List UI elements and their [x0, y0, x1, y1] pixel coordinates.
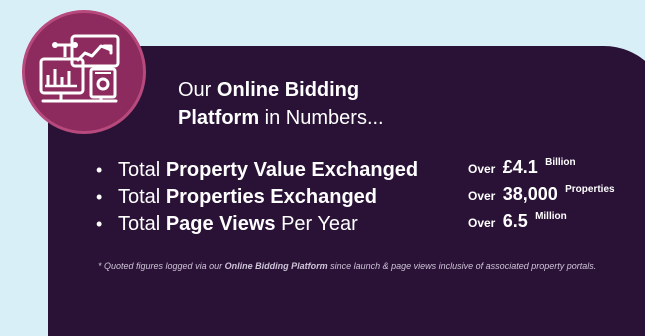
stat-row-page-views: • Total Page Views Per Year Over 6.5 Mil… [96, 210, 645, 237]
stat-label-bold: Page Views [165, 213, 276, 235]
stat-value-unit: Properties [565, 184, 615, 195]
stat-label-suffix: Per Year [275, 213, 358, 235]
footnote-suffix: since launch & page views inclusive of a… [327, 261, 597, 271]
footnote: * Quoted figures logged via our Online B… [98, 260, 618, 273]
bullet-marker: • [96, 214, 103, 234]
headline-line-1-bold: Online Bidding [216, 79, 360, 101]
footnote-prefix: * Quoted figures logged via our [98, 261, 225, 271]
footnote-bold: Online Bidding Platform [224, 261, 328, 271]
stat-label-bold: Property Value Exchanged [165, 159, 419, 181]
headline-line-2-suffix: in Numbers... [259, 107, 384, 129]
stat-value-main: 6.5 [502, 211, 528, 231]
headline: Our Online Bidding Platform in Numbers..… [178, 76, 478, 132]
stat-label-prefix: Total [118, 213, 166, 235]
stat-value-main: £4.1 [502, 157, 538, 177]
stat-label-prefix: Total [118, 186, 166, 208]
stat-value: Over 38,000 Properties [468, 183, 615, 206]
stat-value-unit: Million [535, 211, 567, 222]
stat-label: Total Properties Exchanged [118, 185, 377, 209]
stat-row-properties-exchanged: • Total Properties Exchanged Over 38,000… [96, 183, 645, 210]
headline-line-1: Our Online Bidding [178, 76, 478, 104]
headline-line-2: Platform in Numbers... [178, 104, 478, 132]
stat-value: Over £4.1 Billion [468, 156, 576, 179]
analytics-dashboard-icon [39, 34, 120, 103]
headline-line-2-bold: Platform [178, 107, 260, 129]
stat-value-unit: Billion [545, 157, 576, 168]
stat-value-prefix: Over [468, 162, 496, 176]
stat-value-main: 38,000 [502, 184, 558, 204]
headline-line-1-prefix: Our [178, 79, 217, 101]
stat-value-prefix: Over [468, 216, 496, 230]
stat-label-bold: Properties Exchanged [165, 186, 377, 208]
bullet-marker: • [96, 187, 103, 207]
stats-list: • Total Property Value Exchanged Over £4… [96, 156, 645, 237]
stat-value-prefix: Over [468, 189, 496, 203]
stat-label: Total Property Value Exchanged [118, 158, 418, 182]
stat-row-property-value: • Total Property Value Exchanged Over £4… [96, 156, 645, 183]
stat-label: Total Page Views Per Year [118, 212, 358, 236]
bullet-marker: • [96, 160, 103, 180]
stat-value: Over 6.5 Million [468, 210, 567, 233]
stat-label-prefix: Total [118, 159, 166, 181]
analytics-badge [22, 10, 146, 134]
